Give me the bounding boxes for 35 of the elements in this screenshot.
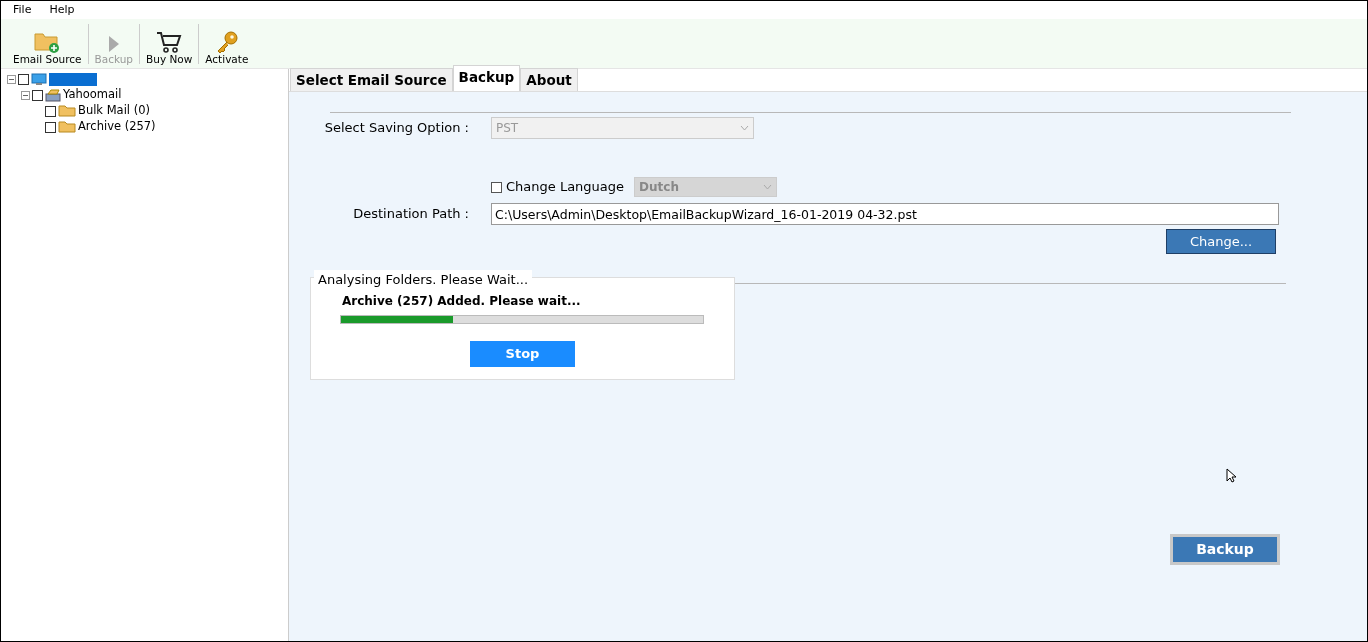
destination-path-field[interactable]: C:\Users\Admin\Desktop\EmailBackupWizard_16-01-2019 04-32.pst [491,203,1279,225]
pointer-cursor-icon [1226,468,1236,483]
field-label: Destination Path : [352,205,470,224]
tree-item[interactable]: Yahoomail [63,86,122,104]
checkbox[interactable] [45,121,56,133]
toolbar-button[interactable]: Email Source [7,30,88,66]
folder-add-icon [34,30,61,55]
folder-icon [58,105,76,117]
expand-toggle[interactable] [7,74,16,84]
expand-toggle[interactable] [21,90,30,100]
progress-message: Archive (257) Added. Please wait... [342,292,582,310]
field-label: Select Saving Option : [323,119,470,138]
backup-button[interactable]: Backup [1170,534,1280,565]
tree-item[interactable]: Archive (257) [78,118,156,136]
tab[interactable]: Select Email Source [290,67,453,91]
play-icon [106,34,121,55]
computer-icon [31,72,47,86]
toolbar-button[interactable]: Activate [199,30,255,66]
caret-icon [740,125,749,131]
cart-icon [156,30,183,55]
toolbar-button[interactable]: Buy Now [140,30,199,66]
tree-item[interactable]: Bulk Mail (0) [78,102,150,120]
checkbox[interactable] [32,89,43,101]
group-box-title: Analysing Folders. Please Wait... [314,270,533,290]
language-dropdown: Dutch [634,177,778,197]
menu-item[interactable]: File [13,1,32,19]
mail-account-icon [45,88,61,102]
change-button[interactable]: Change... [1166,229,1276,254]
caret-icon [763,184,773,190]
saving-option-dropdown: PST [491,117,754,139]
checkbox[interactable] [18,73,29,85]
tab[interactable]: About [520,67,578,91]
menu-item[interactable]: Help [49,1,75,19]
checkbox[interactable] [45,105,56,117]
folder-icon [58,121,76,133]
